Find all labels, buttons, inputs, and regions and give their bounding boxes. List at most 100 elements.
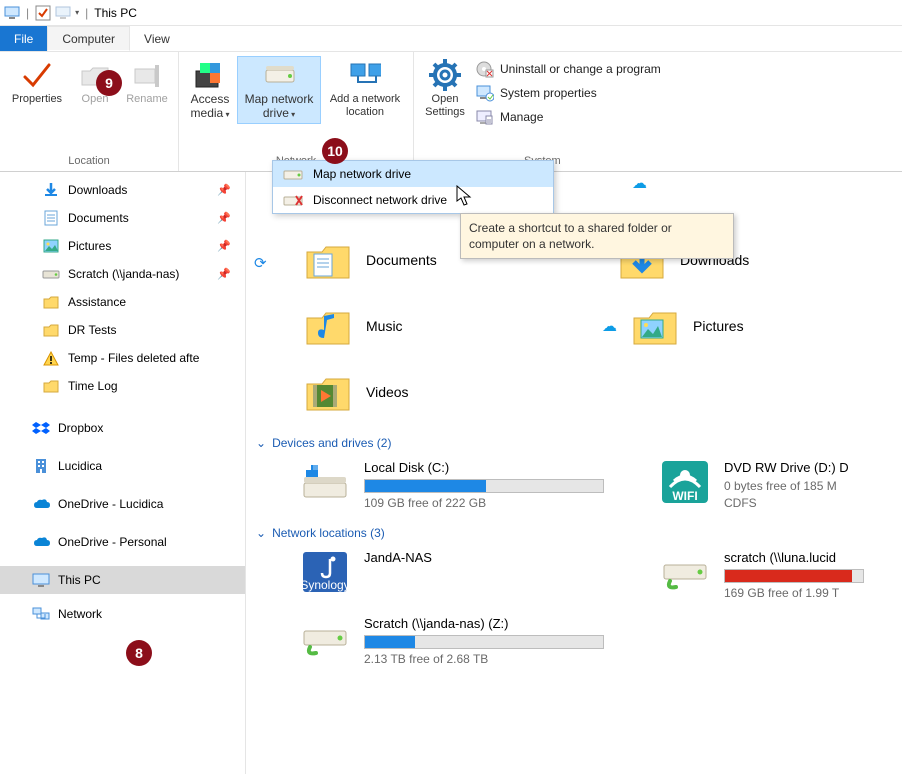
warning-icon bbox=[42, 349, 60, 367]
add-network-location-button[interactable]: Add a network location bbox=[323, 56, 407, 121]
section-label: Devices and drives (2) bbox=[272, 436, 391, 450]
qat-dropdown-icon[interactable]: ▾ bbox=[75, 8, 79, 17]
nav-network[interactable]: Network bbox=[0, 600, 245, 628]
refresh-icon[interactable]: ⟳ bbox=[254, 254, 267, 272]
nav-label: This PC bbox=[58, 573, 101, 587]
chevron-down-icon: ⌄ bbox=[256, 526, 266, 540]
nav-pictures[interactable]: Pictures 📌 bbox=[0, 232, 245, 260]
rename-label: Rename bbox=[126, 93, 168, 106]
svg-text:WIFI: WIFI bbox=[672, 489, 697, 503]
tab-view-label: View bbox=[144, 32, 170, 46]
dropbox-icon bbox=[32, 419, 50, 437]
checkbox-icon[interactable] bbox=[35, 5, 51, 21]
open-settings-label: Open Settings bbox=[422, 93, 468, 118]
badge-9: 9 bbox=[96, 70, 122, 96]
manage-icon bbox=[476, 108, 494, 126]
drive-sub: 0 bytes free of 185 M bbox=[724, 479, 849, 493]
tab-view[interactable]: View bbox=[130, 26, 184, 51]
nav-scratch-drive[interactable]: Scratch (\\janda-nas) 📌 bbox=[0, 260, 245, 288]
ribbon: Properties Open Rename Location bbox=[0, 52, 902, 172]
nav-assistance[interactable]: Assistance bbox=[0, 288, 245, 316]
drive-scratch-z[interactable]: Scratch (\\janda-nas) (Z:) 2.13 TB free … bbox=[300, 616, 630, 666]
nav-temp-files[interactable]: Temp - Files deleted afte bbox=[0, 344, 245, 372]
separator: | bbox=[85, 6, 88, 20]
drive-name: Local Disk (C:) bbox=[364, 460, 604, 475]
add-network-location-label: Add a network location bbox=[325, 93, 405, 118]
folder-label: Videos bbox=[366, 384, 409, 400]
usage-bar bbox=[364, 635, 604, 649]
tooltip: Create a shortcut to a shared folder or … bbox=[460, 213, 734, 259]
network-drive-icon bbox=[263, 59, 295, 91]
uninstall-button[interactable]: Uninstall or change a program bbox=[472, 58, 665, 80]
nav-this-pc[interactable]: This PC bbox=[0, 566, 245, 594]
drive-name: Scratch (\\janda-nas) (Z:) bbox=[364, 616, 604, 631]
folder-pictures[interactable]: ☁ Pictures bbox=[618, 304, 892, 348]
nav-dr-tests[interactable]: DR Tests bbox=[0, 316, 245, 344]
nav-downloads[interactable]: Downloads 📌 bbox=[0, 176, 245, 204]
nav-dropbox[interactable]: Dropbox bbox=[0, 414, 245, 442]
folder-music[interactable]: Music bbox=[304, 304, 578, 348]
drive-janda-nas[interactable]: Synology JandA-NAS bbox=[300, 550, 630, 600]
map-network-drive-button[interactable]: Map network drive ▾ bbox=[237, 56, 321, 124]
documents-folder-icon bbox=[304, 238, 352, 282]
system-properties-button[interactable]: System properties bbox=[472, 82, 665, 104]
drive-scratch-remote[interactable]: scratch (\\luna.lucid 169 GB free of 1.9… bbox=[660, 550, 864, 600]
system-props-label: System properties bbox=[500, 86, 597, 100]
pin-icon: 📌 bbox=[217, 240, 231, 253]
content-pane[interactable]: ☁ ⟳ Documents Downloads bbox=[246, 172, 902, 774]
nav-label: DR Tests bbox=[68, 323, 116, 337]
nav-label: Downloads bbox=[68, 183, 127, 197]
ribbon-group-network: Access media ▾ Map network drive ▾ Add a… bbox=[179, 52, 414, 171]
music-folder-icon bbox=[304, 304, 352, 348]
network-location-icon bbox=[349, 59, 381, 91]
section-label: Network locations (3) bbox=[272, 526, 385, 540]
wifi-disc-icon: WIFI bbox=[660, 460, 710, 504]
dropdown-icon[interactable] bbox=[55, 5, 71, 21]
rename-button[interactable]: Rename bbox=[122, 56, 172, 109]
tab-file[interactable]: File bbox=[0, 26, 47, 51]
folder-icon bbox=[42, 377, 60, 395]
dropdown-map-label: Map network drive bbox=[313, 167, 411, 181]
nav-label: Lucidica bbox=[58, 459, 102, 473]
manage-button[interactable]: Manage bbox=[472, 106, 665, 128]
uninstall-label: Uninstall or change a program bbox=[500, 62, 661, 76]
dropdown-item-disconnect-drive[interactable]: Disconnect network drive bbox=[273, 187, 553, 213]
section-network[interactable]: ⌄ Network locations (3) bbox=[256, 526, 892, 540]
nav-documents[interactable]: Documents 📌 bbox=[0, 204, 245, 232]
drive-sub: 2.13 TB free of 2.68 TB bbox=[364, 652, 604, 666]
drive-sub2: CDFS bbox=[724, 496, 849, 510]
chevron-down-icon: ⌄ bbox=[256, 436, 266, 450]
cd-uninstall-icon bbox=[476, 60, 494, 78]
pin-icon: 📌 bbox=[217, 184, 231, 197]
nav-label: Temp - Files deleted afte bbox=[68, 351, 199, 365]
folder-label: Music bbox=[366, 318, 403, 334]
properties-button[interactable]: Properties bbox=[6, 56, 68, 109]
badge-10: 10 bbox=[322, 138, 348, 164]
section-devices[interactable]: ⌄ Devices and drives (2) bbox=[256, 436, 892, 450]
nav-tree[interactable]: Downloads 📌 Documents 📌 Pictures 📌 Scrat… bbox=[0, 172, 246, 774]
cloud-icon: ☁ bbox=[632, 174, 647, 192]
dropdown-item-map-drive[interactable]: Map network drive bbox=[273, 161, 553, 187]
cloud-icon: ☁ bbox=[602, 317, 617, 335]
network-drive-icon bbox=[42, 265, 60, 283]
nav-label: Network bbox=[58, 607, 102, 621]
synology-icon: Synology bbox=[300, 550, 350, 594]
nav-label: Pictures bbox=[68, 239, 111, 253]
folder-videos[interactable]: Videos bbox=[304, 370, 624, 414]
nav-label: OneDrive - Personal bbox=[58, 535, 167, 549]
access-media-label: Access media ▾ bbox=[187, 93, 233, 121]
nav-onedrive-lucidica[interactable]: OneDrive - Lucidica bbox=[0, 490, 245, 518]
nav-lucidica[interactable]: Lucidica bbox=[0, 452, 245, 480]
access-media-button[interactable]: Access media ▾ bbox=[185, 56, 235, 124]
pin-icon: 📌 bbox=[217, 212, 231, 225]
ribbon-tabs: File Computer View bbox=[0, 26, 902, 52]
tab-computer[interactable]: Computer bbox=[47, 26, 130, 51]
drive-dvd[interactable]: WIFI DVD RW Drive (D:) D 0 bytes free of… bbox=[660, 460, 849, 510]
drive-local-c[interactable]: Local Disk (C:) 109 GB free of 222 GB bbox=[300, 460, 630, 510]
nav-onedrive-personal[interactable]: OneDrive - Personal bbox=[0, 528, 245, 556]
map-network-drive-label: Map network drive ▾ bbox=[239, 93, 319, 121]
mouse-cursor-icon bbox=[456, 185, 474, 207]
tab-computer-label: Computer bbox=[62, 32, 115, 46]
nav-time-log[interactable]: Time Log bbox=[0, 372, 245, 400]
open-settings-button[interactable]: Open Settings bbox=[420, 56, 470, 121]
